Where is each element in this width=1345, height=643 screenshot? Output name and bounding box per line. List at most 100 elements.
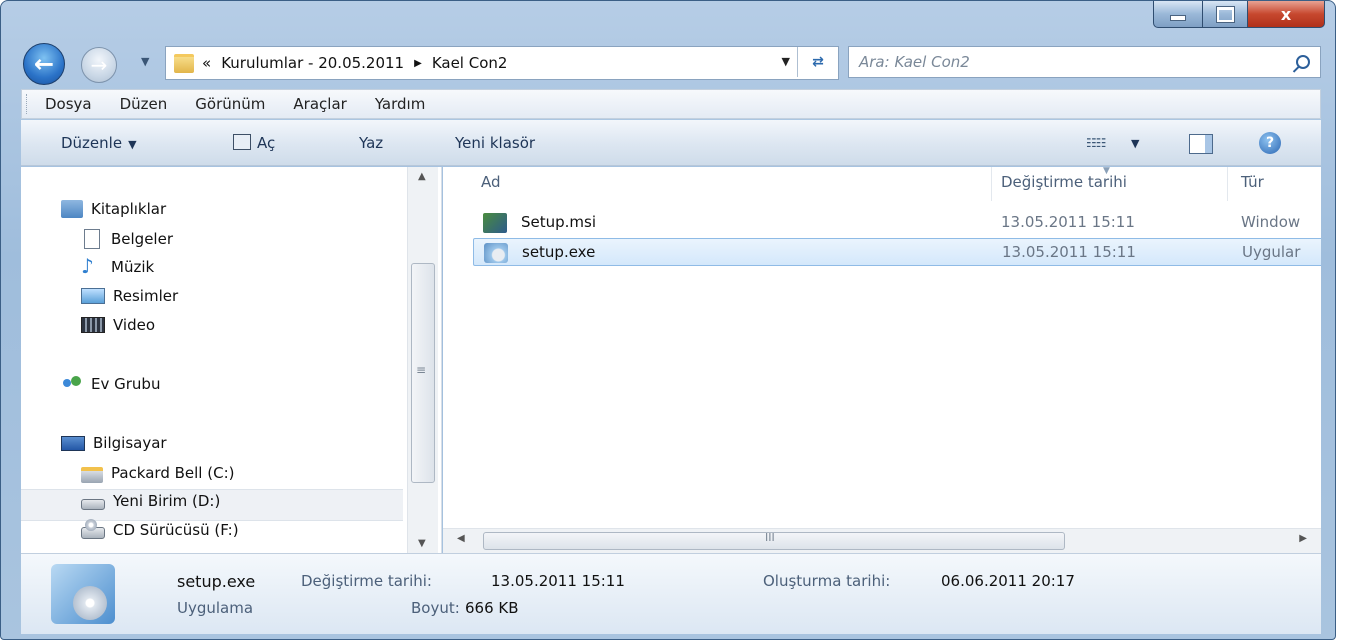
chevron-down-icon: ▼ (128, 138, 137, 151)
libraries-icon (61, 200, 83, 218)
close-icon: x (1280, 4, 1292, 24)
maximize-button[interactable] (1203, 1, 1248, 28)
open-label: Aç (257, 134, 276, 152)
open-icon (233, 134, 251, 150)
details-size-value: 666 KB (465, 599, 519, 617)
forward-button[interactable]: → (81, 47, 117, 83)
homegroup-icon (61, 375, 83, 393)
nav-label: Resimler (113, 287, 179, 305)
nav-item-documents[interactable]: Belgeler (81, 229, 173, 249)
column-header-type[interactable]: Tür (1241, 173, 1264, 191)
nav-vertical-scrollbar[interactable]: ▲ ≡ ▼ (407, 167, 438, 553)
close-button[interactable]: x (1248, 1, 1325, 28)
new-folder-button[interactable]: Yeni klasör (455, 134, 535, 152)
column-divider[interactable] (991, 167, 992, 201)
folder-icon (174, 53, 194, 73)
maximize-icon (1216, 6, 1234, 22)
column-header-modified[interactable]: Değiştirme tarihi (1001, 173, 1127, 191)
menu-tools[interactable]: Araçlar (279, 95, 360, 113)
nav-label: Yeni Birim (D:) (113, 492, 221, 510)
open-button[interactable]: Aç (233, 134, 275, 152)
cd-drive-icon (81, 519, 105, 539)
burn-label: Yaz (359, 134, 384, 152)
scroll-left-icon[interactable]: ◀ (457, 533, 465, 544)
views-dropdown-icon[interactable]: ▼ (1131, 137, 1139, 150)
window-controls: x (1153, 1, 1325, 29)
breadcrumb-overflow[interactable]: « (202, 54, 211, 72)
forward-arrow-icon: → (90, 53, 108, 77)
preview-pane-icon[interactable] (1189, 134, 1213, 154)
nav-item-libraries[interactable]: Kitaplıklar (61, 200, 166, 218)
nav-label: Bilgisayar (93, 434, 167, 452)
menu-bar: Dosya Düzen Görünüm Araçlar Yardım (21, 89, 1321, 119)
computer-icon (61, 435, 85, 451)
pictures-icon (81, 288, 105, 304)
file-row-selected[interactable]: setup.exe 13.05.2011 15:11 Uygular (473, 238, 1321, 266)
search-box[interactable]: Ara: Kael Con2 (848, 46, 1321, 78)
horizontal-scrollbar[interactable]: ◀ III ▶ (443, 528, 1321, 553)
scroll-right-icon[interactable]: ▶ (1299, 533, 1307, 544)
details-kind: Uygulama (177, 599, 254, 617)
menu-edit[interactable]: Düzen (106, 95, 182, 113)
details-created-label: Oluşturma tarihi: (763, 572, 891, 590)
help-icon[interactable]: ? (1259, 132, 1281, 154)
navigation-row: ← → ▼ « Kurulumlar - 20.05.2011 ▶ Kael C… (23, 43, 1321, 85)
new-folder-label: Yeni klasör (455, 134, 536, 152)
nav-item-music[interactable]: Müzik (81, 254, 155, 278)
search-icon[interactable] (1296, 55, 1310, 69)
breadcrumb-chevron-icon[interactable]: ▶ (414, 58, 422, 69)
details-modified-label: Değiştirme tarihi: (301, 572, 432, 590)
scroll-grip-icon: ≡ (416, 363, 427, 377)
nav-item-drive-c[interactable]: Packard Bell (C:) (81, 463, 234, 483)
drive-c-icon (81, 467, 103, 483)
file-row[interactable]: Setup.msi 13.05.2011 15:11 Window (473, 209, 1321, 237)
drive-d-icon (81, 498, 105, 510)
refresh-icon: ⇄ (812, 54, 824, 70)
breadcrumb-item[interactable]: Kael Con2 (432, 54, 508, 72)
video-icon (81, 317, 105, 333)
nav-item-homegroup[interactable]: Ev Grubu (61, 375, 160, 393)
minimize-button[interactable] (1153, 1, 1203, 28)
organize-label: Düzenle (61, 134, 123, 152)
scroll-up-icon[interactable]: ▲ (418, 171, 426, 182)
nav-item-drive-f[interactable]: CD Sürücüsü (F:) (81, 519, 239, 539)
menu-help[interactable]: Yardım (361, 95, 440, 113)
details-created-value: 06.06.2011 20:17 (941, 572, 1075, 590)
file-type: Window (1241, 213, 1301, 231)
nav-item-drive-d[interactable]: Yeni Birim (D:) (81, 492, 220, 510)
scroll-down-icon[interactable]: ▼ (418, 538, 426, 549)
column-header-name[interactable]: Ad (481, 173, 501, 191)
refresh-button[interactable]: ⇄ (797, 47, 838, 77)
application-icon (484, 243, 508, 263)
file-modified: 13.05.2011 15:11 (1002, 243, 1136, 261)
address-dropdown-icon[interactable]: ▼ (782, 55, 790, 68)
command-bar: Düzenle ▼ Aç Yaz Yeni klasör ☷☷ ▼ ? (21, 120, 1321, 166)
search-input[interactable]: Ara: Kael Con2 (859, 53, 970, 71)
address-bar[interactable]: « Kurulumlar - 20.05.2011 ▶ Kael Con2 ▼ … (165, 46, 839, 80)
nav-item-pictures[interactable]: Resimler (81, 287, 178, 305)
breadcrumb-item[interactable]: Kurulumlar - 20.05.2011 (221, 54, 404, 72)
nav-label: Packard Bell (C:) (111, 464, 235, 482)
column-divider[interactable] (1227, 167, 1228, 201)
details-size-label: Boyut: (411, 599, 460, 617)
file-name: setup.exe (522, 243, 596, 261)
recent-pages-dropdown[interactable]: ▼ (141, 55, 149, 68)
details-pane: setup.exe Değiştirme tarihi: 13.05.2011 … (21, 553, 1321, 634)
scroll-grip-icon: III (765, 531, 775, 544)
organize-button[interactable]: Düzenle ▼ (61, 134, 137, 152)
views-icon[interactable]: ☷☷ (1086, 136, 1106, 150)
burn-button[interactable]: Yaz (359, 134, 383, 152)
file-type: Uygular (1242, 243, 1301, 261)
music-icon (81, 254, 103, 278)
nav-item-computer[interactable]: Bilgisayar (61, 434, 167, 452)
menu-view[interactable]: Görünüm (181, 95, 279, 113)
nav-label: Müzik (111, 258, 155, 276)
breadcrumb: « Kurulumlar - 20.05.2011 ▶ Kael Con2 (202, 54, 507, 72)
nav-item-video[interactable]: Video (81, 316, 155, 334)
nav-label: Video (113, 316, 156, 334)
details-modified-value: 13.05.2011 15:11 (491, 572, 625, 590)
nav-label: Kitaplıklar (91, 200, 167, 218)
back-button[interactable]: ← (23, 43, 65, 85)
documents-icon (84, 229, 100, 249)
menu-file[interactable]: Dosya (31, 95, 106, 113)
